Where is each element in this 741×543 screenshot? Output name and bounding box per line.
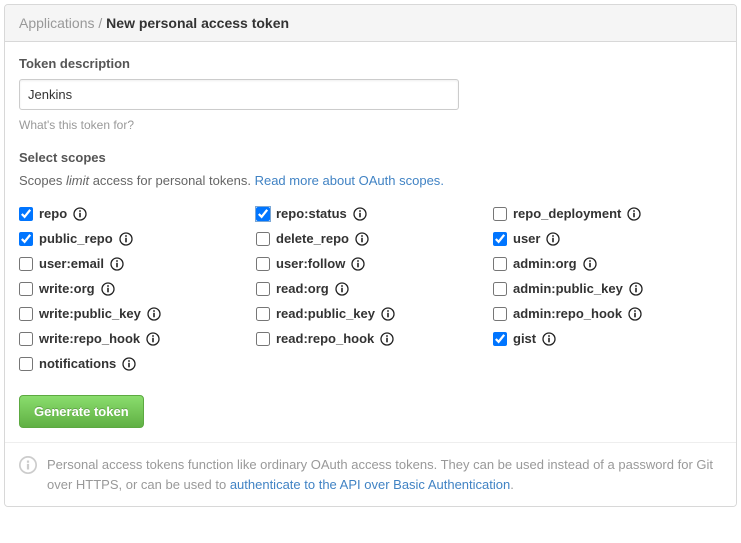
scope-checkbox-user-follow[interactable] — [256, 257, 270, 271]
scope-checkbox-write-org[interactable] — [19, 282, 33, 296]
scope-label: write:repo_hook — [39, 331, 140, 346]
scope-checkbox-admin-repo-hook[interactable] — [493, 307, 507, 321]
scope-item-user-follow: user:follow — [256, 256, 485, 271]
scope-item-notifications: notifications — [19, 356, 248, 371]
scope-item-repo-deployment: repo_deployment — [493, 206, 722, 221]
scope-checkbox-gist[interactable] — [493, 332, 507, 346]
scope-label: user:follow — [276, 256, 345, 271]
token-panel: Applications / New personal access token… — [4, 4, 737, 507]
scope-item-public-repo: public_repo — [19, 231, 248, 246]
scope-checkbox-admin-public-key[interactable] — [493, 282, 507, 296]
info-icon[interactable] — [355, 232, 369, 246]
info-icon[interactable] — [627, 207, 641, 221]
scope-item-admin-public-key: admin:public_key — [493, 281, 722, 296]
info-icon — [19, 456, 37, 474]
scope-checkbox-delete-repo[interactable] — [256, 232, 270, 246]
info-icon[interactable] — [546, 232, 560, 246]
panel-header: Applications / New personal access token — [5, 5, 736, 42]
info-icon[interactable] — [381, 307, 395, 321]
basic-auth-link[interactable]: authenticate to the API over Basic Authe… — [230, 477, 510, 492]
info-icon[interactable] — [73, 207, 87, 221]
scope-label: user — [513, 231, 540, 246]
scope-checkbox-repo-deployment[interactable] — [493, 207, 507, 221]
scopes-label: Select scopes — [19, 150, 722, 165]
scope-label: read:public_key — [276, 306, 375, 321]
scope-checkbox-write-repo-hook[interactable] — [19, 332, 33, 346]
info-icon[interactable] — [335, 282, 349, 296]
scope-label: repo_deployment — [513, 206, 621, 221]
scope-label: read:org — [276, 281, 329, 296]
scope-checkbox-notifications[interactable] — [19, 357, 33, 371]
info-icon[interactable] — [122, 357, 136, 371]
scope-label: write:public_key — [39, 306, 141, 321]
breadcrumb-current: New personal access token — [106, 15, 289, 31]
scope-label: read:repo_hook — [276, 331, 374, 346]
scope-item-admin-repo-hook: admin:repo_hook — [493, 306, 722, 321]
info-icon[interactable] — [147, 307, 161, 321]
breadcrumb-sep: / — [95, 15, 107, 31]
scope-label: admin:repo_hook — [513, 306, 622, 321]
scope-label: public_repo — [39, 231, 113, 246]
description-section: Token description What's this token for? — [19, 56, 722, 132]
scope-item-admin-org: admin:org — [493, 256, 722, 271]
scope-item-read-public-key: read:public_key — [256, 306, 485, 321]
panel-body: Token description What's this token for?… — [5, 42, 736, 442]
footer-text: Personal access tokens function like ord… — [47, 455, 722, 494]
scope-checkbox-read-repo-hook[interactable] — [256, 332, 270, 346]
info-icon[interactable] — [146, 332, 160, 346]
token-description-input[interactable] — [19, 79, 459, 110]
scope-checkbox-read-public-key[interactable] — [256, 307, 270, 321]
scope-checkbox-repo-status[interactable] — [256, 207, 270, 221]
scope-checkbox-user[interactable] — [493, 232, 507, 246]
info-icon[interactable] — [583, 257, 597, 271]
scope-item-write-org: write:org — [19, 281, 248, 296]
info-icon[interactable] — [628, 307, 642, 321]
info-icon[interactable] — [351, 257, 365, 271]
scope-label: gist — [513, 331, 536, 346]
scope-label: notifications — [39, 356, 116, 371]
scope-item-gist: gist — [493, 331, 722, 346]
info-icon[interactable] — [101, 282, 115, 296]
info-icon[interactable] — [119, 232, 133, 246]
scopes-section: Select scopes Scopes limit access for pe… — [19, 150, 722, 428]
scope-item-user-email: user:email — [19, 256, 248, 271]
info-icon[interactable] — [353, 207, 367, 221]
scopes-description: Scopes limit access for personal tokens.… — [19, 173, 722, 188]
scope-label: admin:public_key — [513, 281, 623, 296]
scope-label: write:org — [39, 281, 95, 296]
scope-label: user:email — [39, 256, 104, 271]
scope-checkbox-write-public-key[interactable] — [19, 307, 33, 321]
scope-label: repo — [39, 206, 67, 221]
scope-checkbox-user-email[interactable] — [19, 257, 33, 271]
scope-label: admin:org — [513, 256, 577, 271]
scopes-grid: repo public_repo user:email write:org write:… — [19, 206, 722, 371]
scope-checkbox-admin-org[interactable] — [493, 257, 507, 271]
scope-label: repo:status — [276, 206, 347, 221]
description-hint: What's this token for? — [19, 118, 722, 132]
scope-item-read-org: read:org — [256, 281, 485, 296]
info-icon[interactable] — [110, 257, 124, 271]
scope-item-write-repo-hook: write:repo_hook — [19, 331, 248, 346]
scope-checkbox-read-org[interactable] — [256, 282, 270, 296]
scope-label: delete_repo — [276, 231, 349, 246]
description-label: Token description — [19, 56, 722, 71]
info-icon[interactable] — [380, 332, 394, 346]
scope-item-repo-status: repo:status — [256, 206, 485, 221]
scope-item-repo: repo — [19, 206, 248, 221]
panel-footer: Personal access tokens function like ord… — [5, 442, 736, 506]
info-icon[interactable] — [542, 332, 556, 346]
scope-item-write-public-key: write:public_key — [19, 306, 248, 321]
scope-checkbox-public-repo[interactable] — [19, 232, 33, 246]
scope-checkbox-repo[interactable] — [19, 207, 33, 221]
breadcrumb-root: Applications — [19, 15, 95, 31]
scope-item-user: user — [493, 231, 722, 246]
info-icon[interactable] — [629, 282, 643, 296]
scope-item-read-repo-hook: read:repo_hook — [256, 331, 485, 346]
oauth-scopes-link[interactable]: Read more about OAuth scopes. — [255, 173, 444, 188]
scope-item-delete-repo: delete_repo — [256, 231, 485, 246]
generate-token-button[interactable]: Generate token — [19, 395, 144, 428]
